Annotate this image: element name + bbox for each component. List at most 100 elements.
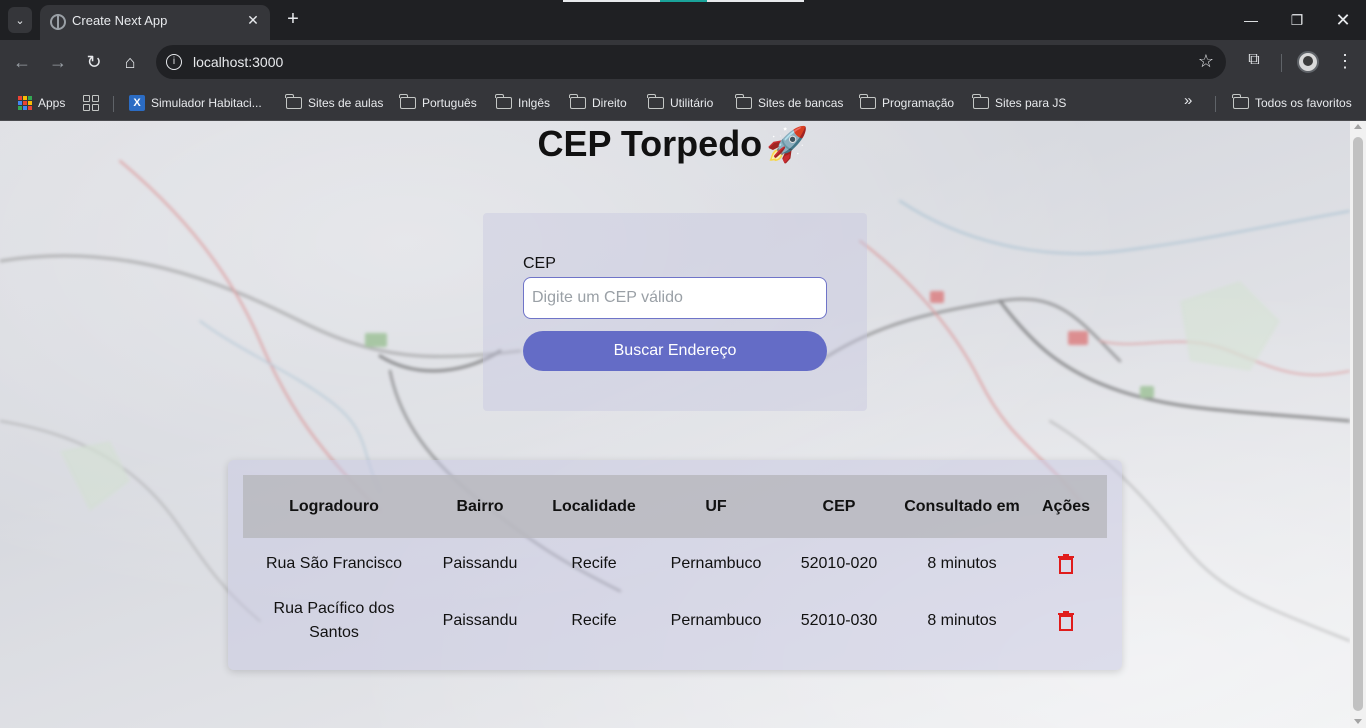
minimize-button[interactable]: — (1236, 8, 1266, 32)
cell-bairro: Paissandu (442, 555, 518, 572)
profile-avatar[interactable] (1297, 51, 1319, 73)
cell-uf: Pernambuco (670, 612, 762, 629)
table-row: Rua São Francisco Paissandu Recife Perna… (243, 538, 1107, 590)
results-table: Logradouro Bairro Localidade UF CEP Cons… (243, 475, 1107, 652)
bookmark-label: Inlgês (518, 96, 551, 110)
cep-input[interactable] (523, 277, 827, 319)
back-arrow-icon[interactable]: ← (10, 50, 34, 74)
header-bairro: Bairro (425, 475, 535, 538)
cell-logradouro: Rua Pacífico dos Santos (273, 600, 395, 641)
bookmark-label: Utilitário (670, 96, 714, 110)
folder-icon (647, 94, 664, 109)
toolbar-divider (1281, 54, 1282, 72)
header-consultado: Consultado em (899, 475, 1025, 538)
address-url[interactable]: localhost:3000 (193, 54, 283, 70)
bookmark-label: Todos os favoritos (1255, 96, 1352, 110)
bookmark-label: Direito (592, 96, 627, 110)
table-row: Rua Pacífico dos Santos Paissandu Recife… (243, 590, 1107, 652)
browser-tab-bar: ⌄ Create Next App ✕ + — ❐ ✕ (0, 0, 1366, 40)
page-title-text: CEP Torpedo (537, 123, 763, 164)
page-viewport: CEP Torpedo🚀 CEP Buscar Endereço Logrado… (0, 121, 1350, 728)
caixa-icon: X (129, 95, 145, 111)
restore-button[interactable]: ❐ (1282, 8, 1312, 32)
apps-icon (18, 96, 32, 110)
page-scrollbar[interactable] (1350, 121, 1366, 728)
new-tab-button[interactable]: + (282, 8, 304, 30)
folder-icon (399, 94, 416, 109)
folder-icon (285, 94, 302, 109)
header-uf: UF (653, 475, 779, 538)
bookmark-folder-utilitario[interactable]: Utilitário (647, 93, 714, 113)
bookmark-folder-sites-de-aulas[interactable]: Sites de aulas (285, 93, 384, 113)
globe-icon (50, 14, 66, 30)
tab-title: Create Next App (72, 13, 168, 28)
cep-label: CEP (523, 255, 556, 272)
bookmark-label: Português (422, 96, 477, 110)
trash-icon[interactable] (1058, 554, 1074, 574)
bookmark-label: Programação (882, 96, 955, 110)
cell-bairro: Paissandu (442, 612, 518, 629)
cell-localidade: Recife (571, 555, 617, 572)
bookmark-tab-groups[interactable] (83, 93, 99, 113)
bookmark-separator (113, 96, 114, 112)
bookmark-folder-direito[interactable]: Direito (569, 93, 627, 113)
bookmark-label: Apps (38, 96, 66, 110)
scroll-down-arrow-icon[interactable] (1354, 719, 1362, 724)
bookmark-star-icon[interactable]: ☆ (1198, 51, 1214, 72)
header-localidade: Localidade (535, 475, 653, 538)
bookmark-folder-programacao[interactable]: Programação (859, 93, 955, 113)
cell-logradouro: Rua São Francisco (265, 555, 403, 572)
folder-icon (495, 94, 512, 109)
cell-consultado: 8 minutos (927, 612, 997, 629)
bookmarks-bar: Apps X Simulador Habitaci... Sites de au… (0, 85, 1366, 121)
forward-arrow-icon[interactable]: → (46, 50, 70, 74)
reload-icon[interactable]: ↻ (82, 50, 106, 74)
folder-icon (735, 94, 752, 109)
header-logradouro: Logradouro (243, 475, 425, 538)
cell-localidade: Recife (571, 612, 617, 629)
scrollbar-thumb[interactable] (1353, 137, 1363, 711)
search-address-button[interactable]: Buscar Endereço (523, 331, 827, 371)
bookmark-label: Simulador Habitaci... (151, 96, 262, 110)
bookmark-folder-portugues[interactable]: Português (399, 93, 477, 113)
bookmark-label: Sites para JS (995, 96, 1067, 110)
page-title: CEP Torpedo 🚀 (0, 123, 1346, 165)
more-menu-icon[interactable]: ⋮ (1336, 51, 1354, 73)
cell-acoes (1025, 538, 1107, 590)
folder-icon (569, 94, 586, 109)
rocket-icon: 🚀 (766, 126, 809, 164)
trash-icon[interactable] (1058, 610, 1074, 631)
bookmark-folder-sites-de-bancas[interactable]: Sites de bancas (735, 93, 844, 113)
folder-icon (1232, 94, 1249, 109)
browser-toolbar: ← → ↻ ⌂ i localhost:3000 ☆ ⧉ ⋮ (0, 40, 1366, 85)
address-bar[interactable]: i localhost:3000 ☆ (156, 45, 1226, 79)
cell-acoes (1025, 590, 1107, 652)
bookmark-label: Sites de aulas (308, 96, 384, 110)
cell-cep: 52010-020 (800, 555, 878, 572)
bookmark-folder-sites-para-js[interactable]: Sites para JS (972, 93, 1067, 113)
cell-uf: Pernambuco (670, 555, 762, 572)
header-acoes: Ações (1025, 475, 1107, 538)
bookmark-simulador[interactable]: X Simulador Habitaci... (129, 93, 262, 113)
cell-cep: 52010-030 (800, 612, 878, 629)
cell-consultado: 8 minutos (927, 555, 997, 572)
search-card: CEP Buscar Endereço (483, 213, 867, 411)
bookmark-label: Sites de bancas (758, 96, 844, 110)
table-header-row: Logradouro Bairro Localidade UF CEP Cons… (243, 475, 1107, 538)
bookmark-folder-ingles[interactable]: Inlgês (495, 93, 551, 113)
close-tab-icon[interactable]: ✕ (244, 11, 262, 29)
site-info-icon[interactable]: i (166, 54, 182, 70)
home-icon[interactable]: ⌂ (118, 50, 142, 74)
results-card: Logradouro Bairro Localidade UF CEP Cons… (228, 460, 1122, 670)
top-indicator (563, 0, 804, 2)
close-window-button[interactable]: ✕ (1328, 8, 1358, 32)
browser-tab[interactable]: Create Next App ✕ (40, 5, 270, 40)
grid-icon (83, 95, 99, 111)
extensions-puzzle-icon[interactable]: ⧉ (1243, 51, 1265, 73)
folder-icon (859, 94, 876, 109)
scroll-up-arrow-icon[interactable] (1354, 124, 1362, 129)
bookmark-apps[interactable]: Apps (18, 93, 65, 113)
tab-search-button[interactable]: ⌄ (8, 7, 32, 33)
bookmark-all-favorites[interactable]: Todos os favoritos (1232, 93, 1352, 113)
more-bookmarks-chevron-icon[interactable]: » (1184, 92, 1192, 109)
